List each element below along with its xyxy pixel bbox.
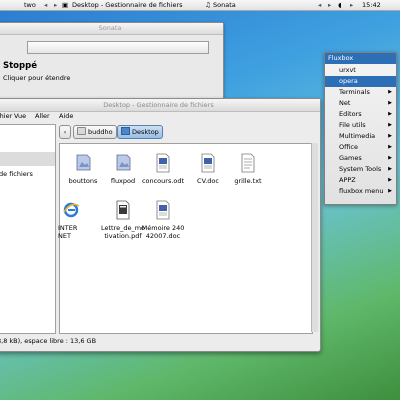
menu-item-fluxbox-menu[interactable]: fluxbox menu ▶ [325,186,396,197]
menu-item-opera[interactable]: opera [325,76,396,87]
image-file-icon [74,152,92,174]
menu-item-office[interactable]: Office ▶ [325,142,396,153]
workspace-name[interactable]: two [24,0,36,10]
progress-bar[interactable] [27,41,209,54]
music-note-icon: ♫ [205,1,211,9]
submenu-arrow-icon: ▶ [388,122,392,128]
top-panel: two ◂ ▸ ▣ Desktop - Gestionnaire de fich… [0,0,400,11]
menu-item-urxvt[interactable]: urxvt [325,65,396,76]
left-arrow-icon[interactable]: ◂ [44,0,47,10]
menu-help[interactable]: Aide [59,112,73,120]
vertical-scrollbar[interactable] [311,143,318,332]
document-file-icon [199,152,217,174]
status-bar: 8,8 kB), espace libre : 13,6 GB [0,337,97,345]
desktop-icon [121,127,130,135]
side-pane: de fichiers [0,124,56,334]
document-file-icon [154,152,172,174]
taskbar-window-sonata[interactable]: Sonata [213,0,236,10]
menu-item-editors[interactable]: Editors ▶ [325,109,396,120]
menu-go[interactable]: Aller [35,112,50,120]
side-item[interactable]: de fichiers [0,170,33,178]
path-button-home[interactable]: buddho [73,125,117,139]
path-button-desktop[interactable]: Desktop [117,125,163,139]
menu-view[interactable]: Vue [14,112,26,120]
submenu-arrow-icon: ▶ [388,89,392,95]
menu-item-net[interactable]: Net ▶ [325,98,396,109]
path-left-button[interactable]: ‹ [59,125,71,139]
document-file-icon [154,199,172,221]
internet-explorer-icon [62,199,80,221]
right-arrow-icon[interactable]: ▸ [350,0,353,10]
menu-title: Fluxbox [325,53,396,64]
window-title[interactable]: Desktop - Gestionnaire de fichiers [0,99,320,112]
menu-item-appz[interactable]: APPZ ▶ [325,175,396,186]
submenu-arrow-icon: ▶ [388,100,392,106]
submenu-arrow-icon: ▶ [388,188,392,194]
submenu-arrow-icon: ▶ [388,144,392,150]
window-title[interactable]: Sonata [0,23,223,35]
file-view: bouttons fluxpod concours.odt CV.doc gri… [58,143,313,334]
submenu-arrow-icon: ▶ [388,133,392,139]
right-arrow-icon[interactable]: ▸ [328,0,331,10]
menu-item-terminals[interactable]: Terminals ▶ [325,87,396,98]
file-item[interactable]: grille.txt [225,152,271,185]
image-file-icon [114,152,132,174]
right-arrow-icon[interactable]: ▸ [54,0,57,10]
file-item[interactable]: INTERNET [58,199,82,240]
file-item[interactable]: concours.odt [140,152,186,185]
clock: 15:42 [362,1,381,9]
filemanager-task-icon: ▣ [62,1,69,9]
menu-file[interactable]: Fichier [0,112,12,120]
pdf-file-icon [114,199,132,221]
submenu-arrow-icon: ▶ [388,111,392,117]
sonata-window: Sonata Stoppé Cliquer pour étendre [0,22,224,100]
menu-item-multimedia[interactable]: Multimedia ▶ [325,131,396,142]
fluxbox-menu: Fluxbox urxvt opera Terminals ▶ Net ▶ Edit… [324,52,397,205]
submenu-arrow-icon: ▶ [388,155,392,161]
menu-item-file-utils[interactable]: File utils ▶ [325,120,396,131]
file-item[interactable]: Mémoire 24042007.doc [140,199,186,240]
left-arrow-icon[interactable]: ◂ [318,0,321,10]
expand-hint[interactable]: Cliquer pour étendre [3,74,70,82]
submenu-arrow-icon: ▶ [388,177,392,183]
taskbar-window-filemanager[interactable]: Desktop - Gestionnaire de fichiers [72,0,183,10]
side-selected-item[interactable] [0,152,55,166]
text-file-icon [239,152,257,174]
home-folder-icon [77,127,86,135]
submenu-arrow-icon: ▶ [388,166,392,172]
player-status: Stoppé [3,61,37,71]
menu-item-games[interactable]: Games ▶ [325,153,396,164]
file-manager-window: Desktop - Gestionnaire de fichiers Fichi… [0,98,321,352]
volume-icon[interactable]: ◖ [338,0,341,10]
menu-item-system-tools[interactable]: System Tools ▶ [325,164,396,175]
